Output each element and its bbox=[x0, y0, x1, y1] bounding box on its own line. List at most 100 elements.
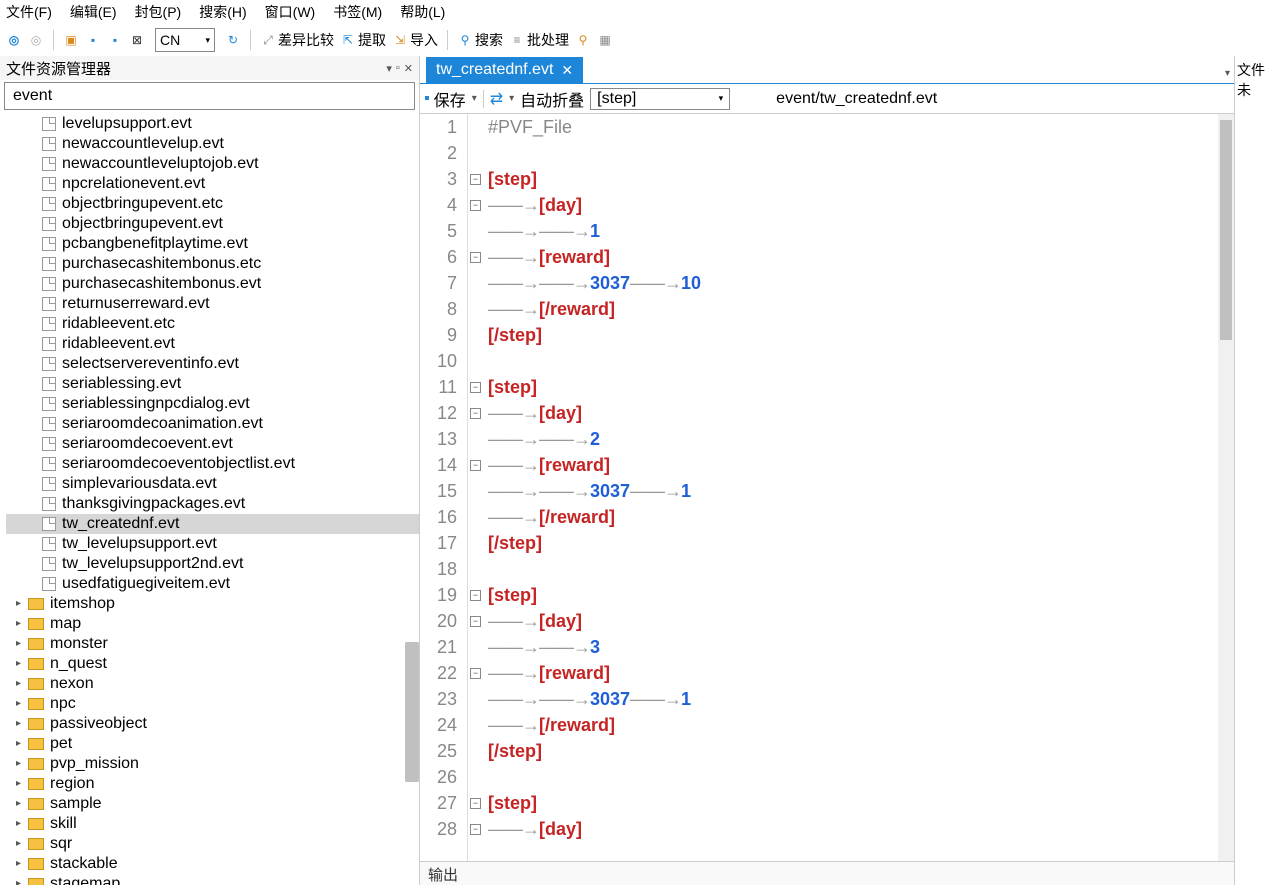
scrollbar-thumb[interactable] bbox=[405, 642, 419, 782]
file-item[interactable]: ridableevent.etc bbox=[6, 314, 419, 334]
expand-icon[interactable]: ▸ bbox=[16, 814, 26, 834]
menu-item[interactable]: 书签(M) bbox=[333, 2, 382, 22]
file-tree[interactable]: levelupsupport.evtnewaccountlevelup.evtn… bbox=[0, 112, 419, 885]
menu-item[interactable]: 编辑(E) bbox=[70, 2, 117, 22]
folder-icon bbox=[28, 878, 44, 885]
folder-item[interactable]: ▸itemshop bbox=[6, 594, 419, 614]
output-panel-header[interactable]: 输出 bbox=[420, 861, 1234, 885]
expand-icon[interactable]: ▸ bbox=[16, 714, 26, 734]
folder-item[interactable]: ▸npc bbox=[6, 694, 419, 714]
file-item[interactable]: simplevariousdata.evt bbox=[6, 474, 419, 494]
expand-icon[interactable]: ▸ bbox=[16, 754, 26, 774]
expand-icon[interactable]: ▸ bbox=[16, 774, 26, 794]
file-item[interactable]: seriaroomdecoeventobjectlist.evt bbox=[6, 454, 419, 474]
folder-item[interactable]: ▸map bbox=[6, 614, 419, 634]
close-icon[interactable]: ⊠ bbox=[129, 32, 145, 48]
menu-item[interactable]: 搜索(H) bbox=[199, 2, 246, 22]
folder-item[interactable]: ▸monster bbox=[6, 634, 419, 654]
section-dropdown[interactable]: [step]▾ bbox=[590, 88, 730, 110]
file-item[interactable]: seriablessing.evt bbox=[6, 374, 419, 394]
extract-button[interactable]: ⇱提取 bbox=[340, 30, 386, 50]
menu-item[interactable]: 文件(F) bbox=[6, 2, 52, 22]
import-button[interactable]: ⇲导入 bbox=[392, 30, 438, 50]
file-icon bbox=[42, 177, 56, 191]
file-item[interactable]: purchasecashitembonus.etc bbox=[6, 254, 419, 274]
file-item[interactable]: selectservereventinfo.evt bbox=[6, 354, 419, 374]
file-item[interactable]: pcbangbenefitplaytime.evt bbox=[6, 234, 419, 254]
tab-dropdown-icon[interactable]: ▾ bbox=[1225, 68, 1230, 79]
settings-icon[interactable]: ▦ bbox=[597, 32, 613, 48]
expand-icon[interactable]: ▸ bbox=[16, 674, 26, 694]
expand-icon[interactable]: ▸ bbox=[16, 834, 26, 854]
folder-item[interactable]: ▸sample bbox=[6, 794, 419, 814]
file-item[interactable]: usedfatiguegiveitem.evt bbox=[6, 574, 419, 594]
panel-close-icon[interactable]: ✕ bbox=[404, 62, 413, 75]
file-item[interactable]: newaccountlevelup.evt bbox=[6, 134, 419, 154]
panel-menu-icon[interactable]: ▾ bbox=[386, 62, 392, 75]
open-icon[interactable]: ▣ bbox=[63, 32, 79, 48]
file-item[interactable]: seriaroomdecoanimation.evt bbox=[6, 414, 419, 434]
file-item[interactable]: tw_levelupsupport2nd.evt bbox=[6, 554, 419, 574]
file-item[interactable]: purchasecashitembonus.evt bbox=[6, 274, 419, 294]
file-item[interactable]: objectbringupevent.evt bbox=[6, 214, 419, 234]
file-item[interactable]: seriablessingnpcdialog.evt bbox=[6, 394, 419, 414]
folder-item[interactable]: ▸n_quest bbox=[6, 654, 419, 674]
folder-item[interactable]: ▸nexon bbox=[6, 674, 419, 694]
back-icon[interactable]: ◎ bbox=[6, 32, 22, 48]
folder-item[interactable]: ▸skill bbox=[6, 814, 419, 834]
forward-icon[interactable]: ◎ bbox=[28, 32, 44, 48]
save-dropdown-icon[interactable]: ▾ bbox=[472, 93, 477, 104]
expand-icon[interactable]: ▸ bbox=[16, 634, 26, 654]
editor-scrollbar[interactable] bbox=[1218, 114, 1234, 861]
menu-item[interactable]: 帮助(L) bbox=[400, 2, 445, 22]
folder-item[interactable]: ▸region bbox=[6, 774, 419, 794]
folder-item[interactable]: ▸passiveobject bbox=[6, 714, 419, 734]
panel-pin-icon[interactable]: ▫ bbox=[396, 62, 400, 75]
file-icon bbox=[42, 277, 56, 291]
menu-item[interactable]: 封包(P) bbox=[135, 2, 182, 22]
folder-item[interactable]: ▸stackable bbox=[6, 854, 419, 874]
folder-item[interactable]: ▸pet bbox=[6, 734, 419, 754]
file-item[interactable]: ridableevent.evt bbox=[6, 334, 419, 354]
file-item[interactable]: newaccountleveluptojob.evt bbox=[6, 154, 419, 174]
file-path: event/tw_creatednf.evt bbox=[776, 90, 937, 108]
folder-item[interactable]: ▸stagemap bbox=[6, 874, 419, 885]
search-button[interactable]: ⚲搜索 bbox=[457, 30, 503, 50]
editor-tab[interactable]: tw_creatednf.evt✕ bbox=[426, 57, 583, 83]
file-item[interactable]: objectbringupevent.etc bbox=[6, 194, 419, 214]
autofold-label[interactable]: 自动折叠 bbox=[520, 87, 584, 111]
code-editor[interactable]: 1234567891011121314151617181920212223242… bbox=[420, 114, 1234, 861]
refresh-icon[interactable]: ↻ bbox=[225, 32, 241, 48]
folder-item[interactable]: ▸pvp_mission bbox=[6, 754, 419, 774]
expand-icon[interactable]: ▸ bbox=[16, 874, 26, 885]
saveall-icon[interactable]: ▪ bbox=[107, 32, 123, 48]
file-item[interactable]: tw_levelupsupport.evt bbox=[6, 534, 419, 554]
expand-icon[interactable]: ▸ bbox=[16, 594, 26, 614]
toggle-icon[interactable]: ⇄ bbox=[490, 89, 503, 109]
save-icon[interactable]: ▪ bbox=[85, 32, 101, 48]
expand-icon[interactable]: ▸ bbox=[16, 694, 26, 714]
file-item[interactable]: npcrelationevent.evt bbox=[6, 174, 419, 194]
filter-icon[interactable]: ⚲ bbox=[575, 32, 591, 48]
expand-icon[interactable]: ▸ bbox=[16, 654, 26, 674]
batch-button[interactable]: ≡批处理 bbox=[509, 30, 569, 50]
diff-button[interactable]: ⤢差异比较 bbox=[260, 30, 334, 50]
expand-icon[interactable]: ▸ bbox=[16, 794, 26, 814]
file-icon bbox=[42, 457, 56, 471]
file-item[interactable]: returnuserreward.evt bbox=[6, 294, 419, 314]
menu-item[interactable]: 窗口(W) bbox=[265, 2, 316, 22]
file-item[interactable]: thanksgivingpackages.evt bbox=[6, 494, 419, 514]
expand-icon[interactable]: ▸ bbox=[16, 614, 26, 634]
right-sidebar[interactable]: 文件 未 bbox=[1234, 56, 1270, 885]
editor-save-button[interactable]: ▪保存 bbox=[424, 87, 466, 111]
file-item[interactable]: seriaroomdecoevent.evt bbox=[6, 434, 419, 454]
file-item[interactable]: levelupsupport.evt bbox=[6, 114, 419, 134]
folder-item[interactable]: ▸sqr bbox=[6, 834, 419, 854]
language-select[interactable]: CN▾ bbox=[155, 28, 215, 52]
file-item[interactable]: tw_creatednf.evt bbox=[6, 514, 419, 534]
tab-close-icon[interactable]: ✕ bbox=[561, 62, 573, 79]
explorer-search-input[interactable]: event bbox=[4, 82, 415, 110]
main-toolbar: ◎ ◎ ▣ ▪ ▪ ⊠ CN▾ ↻ ⤢差异比较 ⇱提取 ⇲导入 ⚲搜索 ≡批处理… bbox=[0, 24, 1270, 56]
expand-icon[interactable]: ▸ bbox=[16, 854, 26, 874]
expand-icon[interactable]: ▸ bbox=[16, 734, 26, 754]
